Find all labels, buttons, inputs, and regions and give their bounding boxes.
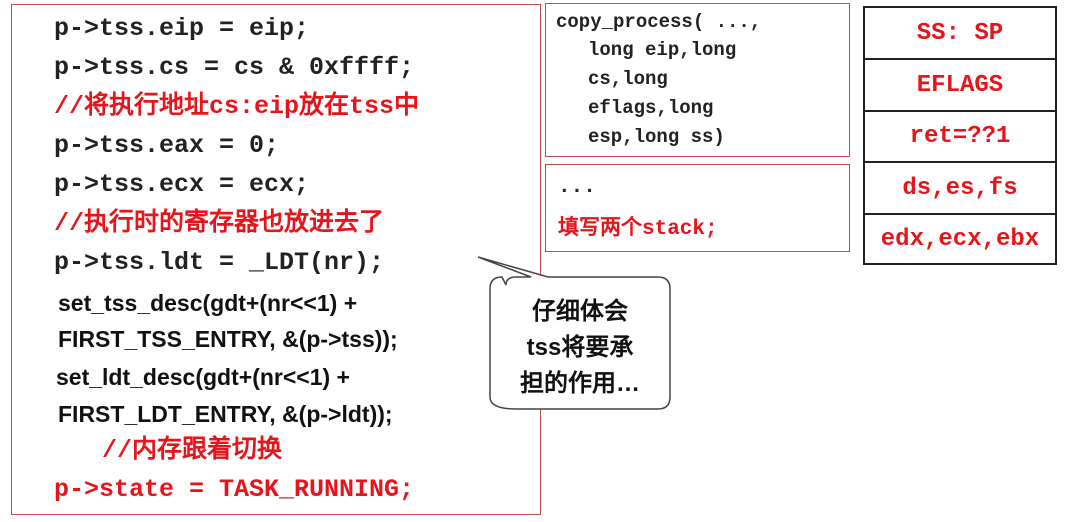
fill-line-fill-two-stacks: 填写两个stack; (558, 218, 718, 241)
copy-process-panel: copy_process( ..., long eip,long cs,long… (545, 3, 850, 157)
fill-line-ellipsis: ... (558, 176, 596, 199)
proc-line-eflags: eflags,long (588, 97, 714, 119)
callout-bubble: 仔细体会 tss将要承 担的作用… (476, 255, 676, 415)
code-panel: p->tss.eip = eip; p->tss.cs = cs & 0xfff… (11, 4, 541, 515)
code-line-first-tss-entry: FIRST_TSS_ENTRY, &(p->tss)); (58, 326, 398, 352)
code-line-set-ldt-desc: set_ldt_desc(gdt+(nr<<1) + (56, 364, 350, 390)
callout-line-2: tss将要承 (526, 334, 634, 361)
stack-cell-edx-ecx-ebx: edx,ecx,ebx (880, 225, 1040, 253)
code-line-tss-eax: p->tss.eax = 0; (54, 131, 280, 160)
kernel-stack-diagram: SS: SP EFLAGS ret=??1 ds,es,fs edx,ecx,e… (863, 6, 1057, 265)
comment-line-memory-switch: //内存跟着切换 (102, 436, 283, 465)
fill-stack-panel: ... 填写两个stack; (545, 164, 850, 252)
code-line-first-ldt-entry: FIRST_LDT_ENTRY, &(p->ldt)); (58, 401, 393, 427)
proc-line-signature: copy_process( ..., (556, 11, 762, 33)
code-line-tss-ecx: p->tss.ecx = ecx; (54, 170, 310, 199)
callout-line-3: 担的作用… (520, 370, 640, 397)
proc-line-cs: cs,long (588, 68, 668, 90)
comment-line-cs-eip: //将执行地址cs:eip放在tss中 (54, 92, 420, 121)
code-line-state-running: p->state = TASK_RUNNING; (54, 475, 415, 504)
stack-cell-eflags: EFLAGS (865, 60, 1055, 112)
stack-cell-ret: ret=??1 (865, 112, 1055, 163)
comment-line-registers: //执行时的寄存器也放进去了 (54, 209, 385, 238)
code-line-set-tss-desc: set_tss_desc(gdt+(nr<<1) + (58, 290, 358, 316)
stack-cell-ss-sp: SS: SP (865, 8, 1055, 60)
code-line-tss-cs: p->tss.cs = cs & 0xffff; (54, 53, 415, 82)
code-line-tss-ldt: p->tss.ldt = _LDT(nr); (54, 248, 385, 277)
stack-cell-ds-es-fs: ds,es,fs (865, 163, 1055, 215)
proc-line-eip: long eip,long (588, 39, 737, 61)
proc-line-esp-ss: esp,long ss) (588, 126, 725, 148)
code-line-tss-eip: p->tss.eip = eip; (54, 14, 310, 43)
callout-line-1: 仔细体会 (532, 298, 628, 325)
